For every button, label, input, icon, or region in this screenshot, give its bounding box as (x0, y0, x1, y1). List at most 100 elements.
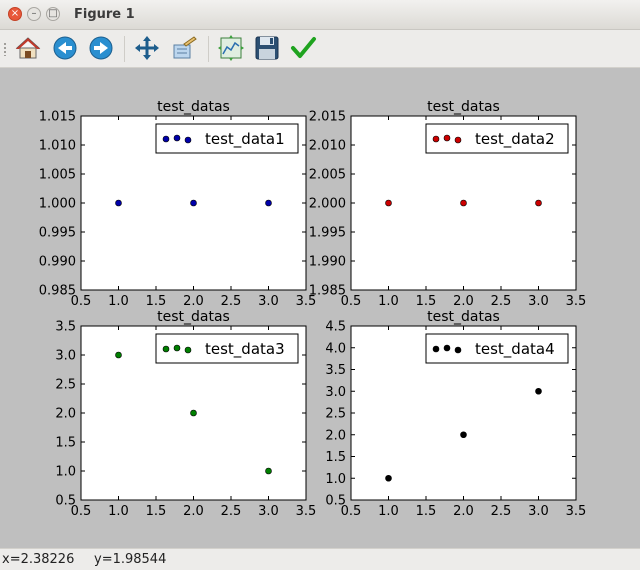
home-icon (15, 37, 41, 59)
maximize-window-button[interactable]: □ (46, 7, 60, 21)
pan-button[interactable] (133, 34, 161, 62)
y-tick-label: 3.0 (325, 385, 346, 400)
maximize-icon: □ (48, 8, 58, 19)
scatter-point (190, 199, 197, 207)
x-tick-label: 2.0 (183, 294, 204, 309)
legend-marker (454, 136, 462, 144)
y-tick-label: 1.005 (39, 168, 76, 183)
x-tick-label: 2.5 (221, 504, 242, 519)
legend-label: test_data3 (205, 340, 285, 359)
y-tick-label: 1.995 (309, 226, 346, 241)
legend-marker (173, 134, 181, 142)
toolbar-separator (124, 36, 125, 62)
legend-marker (432, 135, 440, 143)
scatter-point (535, 387, 542, 395)
legend-label: test_data1 (205, 130, 285, 149)
x-tick-label: 3.0 (528, 294, 549, 309)
y-tick-label: 3.5 (325, 363, 346, 378)
x-tick-label: 2.5 (491, 294, 512, 309)
x-tick-label: 1.0 (378, 504, 399, 519)
apply-button[interactable] (289, 34, 317, 62)
subplots-config-icon (218, 35, 244, 61)
legend-marker (454, 346, 462, 354)
status-bar: x=2.38226 y=1.98544 (0, 548, 640, 570)
x-tick-label: 1.5 (416, 504, 437, 519)
y-tick-label: 2.0 (325, 428, 346, 443)
x-tick-label: 1.0 (378, 294, 399, 309)
x-tick-label: 1.5 (146, 504, 167, 519)
check-icon (291, 37, 316, 58)
y-tick-label: 1.010 (39, 139, 76, 154)
axes-title: test_datas (427, 99, 500, 115)
y-tick-label: 3.0 (55, 349, 76, 364)
x-tick-label: 1.0 (108, 294, 129, 309)
save-button[interactable] (253, 34, 281, 62)
cursor-y-readout: y=1.98544 (94, 552, 167, 567)
forward-button[interactable] (87, 34, 115, 62)
y-tick-label: 1.0 (325, 472, 346, 487)
close-icon: × (10, 8, 20, 19)
y-tick-label: 0.985 (39, 284, 76, 299)
y-tick-label: 0.5 (325, 494, 346, 509)
y-tick-label: 2.5 (325, 407, 346, 422)
x-tick-label: 2.5 (491, 504, 512, 519)
legend-marker (173, 344, 181, 352)
legend-marker (443, 344, 451, 352)
legend-marker (443, 134, 451, 142)
legend-marker (184, 136, 192, 144)
y-tick-label: 2.010 (309, 139, 346, 154)
scatter-point (460, 431, 467, 439)
scatter-point (265, 199, 272, 207)
y-tick-label: 2.005 (309, 168, 346, 183)
x-tick-label: 3.5 (566, 504, 587, 519)
x-tick-label: 2.5 (221, 294, 242, 309)
toolbar-separator (208, 36, 209, 62)
scatter-point (535, 199, 542, 207)
save-floppy-icon (255, 36, 279, 60)
pan-arrows-icon (135, 36, 159, 60)
legend-marker (432, 345, 440, 353)
y-tick-label: 4.0 (325, 341, 346, 356)
x-tick-label: 1.5 (146, 294, 167, 309)
scatter-point (115, 199, 122, 207)
back-arrow-icon (53, 36, 77, 60)
axes-title: test_datas (157, 99, 230, 115)
y-tick-label: 3.5 (55, 320, 76, 335)
x-tick-label: 3.5 (296, 504, 317, 519)
cursor-x-readout: x=2.38226 (2, 552, 75, 567)
y-tick-label: 1.000 (39, 197, 76, 212)
zoom-rect-button[interactable] (170, 34, 198, 62)
legend-marker (162, 345, 170, 353)
scatter-point (385, 199, 392, 207)
close-window-button[interactable]: × (8, 7, 22, 21)
minimize-window-button[interactable]: – (27, 7, 41, 21)
back-button[interactable] (51, 34, 79, 62)
y-tick-label: 2.015 (309, 110, 346, 125)
y-tick-label: 1.985 (309, 284, 346, 299)
navigation-toolbar (0, 30, 640, 68)
window-title: Figure 1 (74, 7, 135, 22)
figure-svg[interactable]: test_datas 0.5 1.0 1.5 2.0 2.5 3.0 3.5 0.985 0.99… (0, 68, 640, 548)
y-tick-label: 0.990 (39, 255, 76, 270)
legend-marker (184, 346, 192, 354)
legend-label: test_data4 (475, 340, 555, 359)
x-tick-label: 2.0 (453, 504, 474, 519)
x-tick-label: 1.5 (416, 294, 437, 309)
scatter-point (115, 351, 122, 359)
home-button[interactable] (14, 34, 42, 62)
y-tick-label: 2.0 (55, 407, 76, 422)
x-tick-label: 3.0 (528, 504, 549, 519)
y-tick-label: 1.5 (55, 436, 76, 451)
y-tick-label: 2.5 (55, 378, 76, 393)
figure-canvas[interactable]: test_datas 0.5 1.0 1.5 2.0 2.5 3.0 3.5 0.985 0.99… (0, 68, 640, 548)
x-tick-label: 3.5 (566, 294, 587, 309)
x-tick-label: 2.0 (453, 294, 474, 309)
x-tick-label: 1.0 (108, 504, 129, 519)
y-tick-label: 0.5 (55, 494, 76, 509)
axes-title: test_datas (427, 309, 500, 325)
x-tick-label: 2.0 (183, 504, 204, 519)
toolbar-grip-icon[interactable] (3, 42, 7, 56)
forward-arrow-icon (89, 36, 113, 60)
scatter-point (190, 409, 197, 417)
subplots-config-button[interactable] (217, 34, 245, 62)
